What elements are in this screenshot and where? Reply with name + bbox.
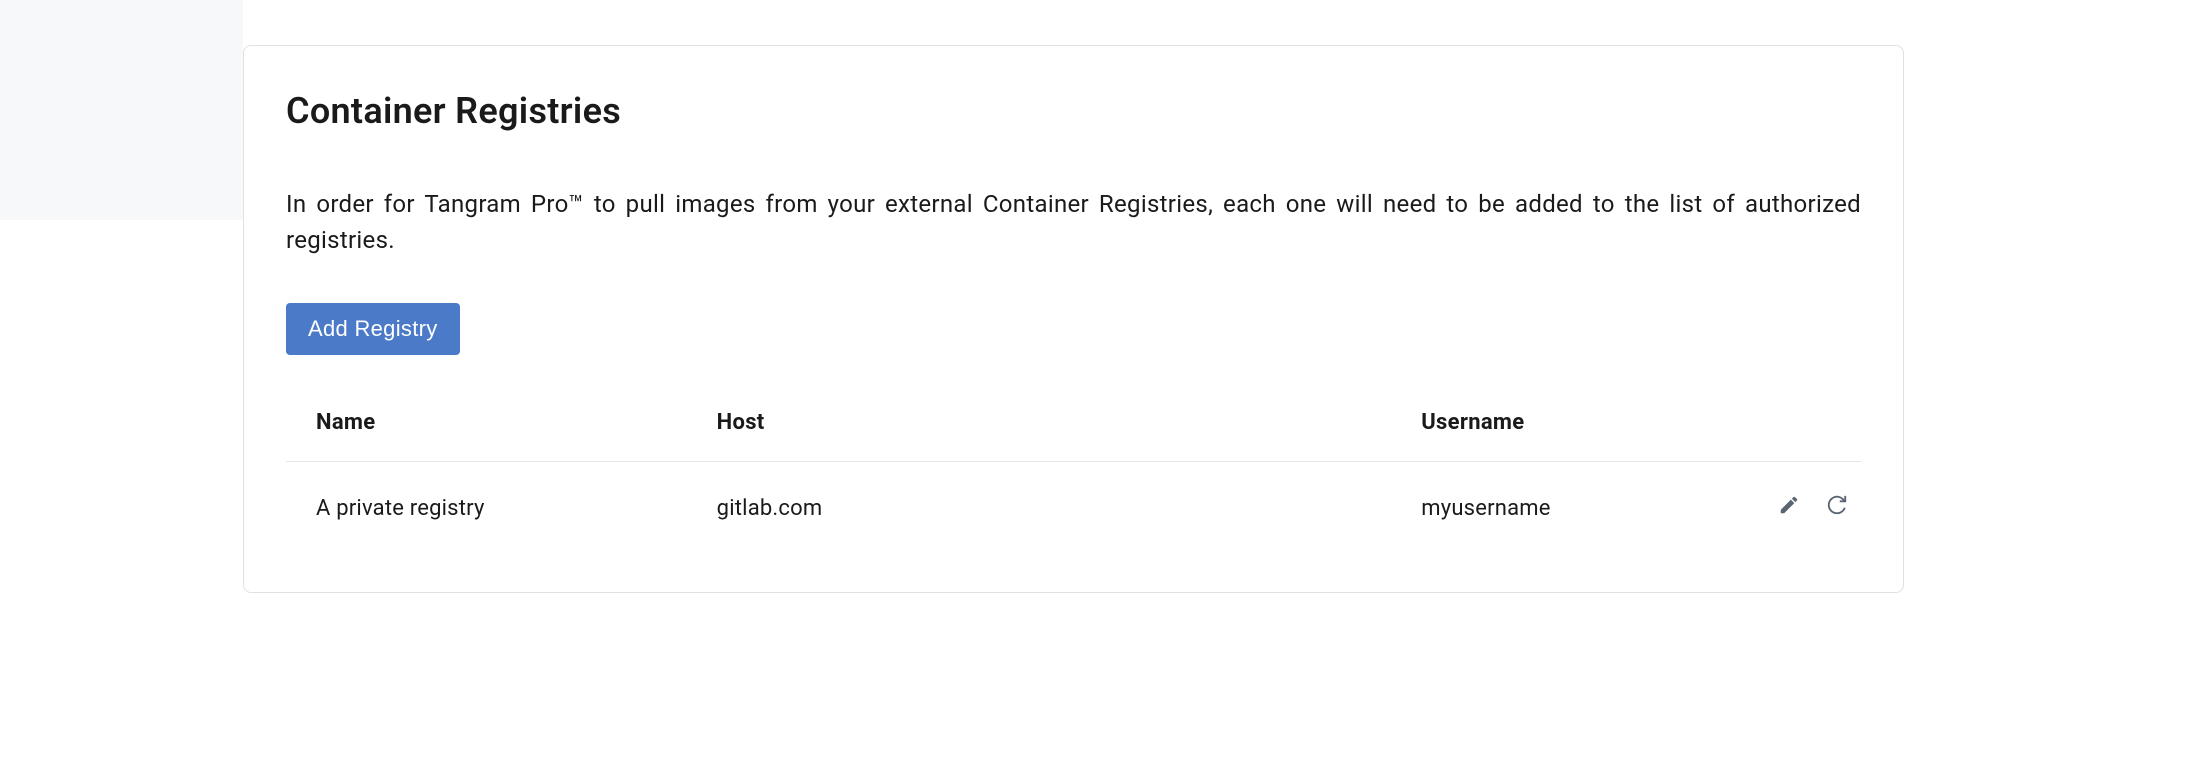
page-description: In order for Tangram Pro™ to pull images… — [286, 187, 1861, 258]
column-header-actions — [1695, 410, 1861, 462]
page-title: Container Registries — [286, 90, 1861, 132]
main-content: Container Registries In order for Tangra… — [243, 0, 2204, 782]
refresh-button[interactable] — [1823, 494, 1851, 522]
column-header-name: Name — [286, 410, 687, 462]
cell-name: A private registry — [286, 462, 687, 523]
column-header-username: Username — [1391, 410, 1695, 462]
add-registry-button[interactable]: Add Registry — [286, 303, 460, 355]
cell-actions — [1695, 462, 1861, 523]
registries-card: Container Registries In order for Tangra… — [243, 45, 1904, 593]
table-row: A private registry gitlab.com myusername — [286, 462, 1861, 523]
cell-username: myusername — [1391, 462, 1695, 523]
registries-table: Name Host Username A private registry gi… — [286, 410, 1861, 522]
column-header-host: Host — [687, 410, 1392, 462]
pencil-icon — [1778, 494, 1800, 522]
refresh-icon — [1826, 494, 1848, 522]
sidebar-panel — [0, 0, 243, 220]
edit-button[interactable] — [1775, 494, 1803, 522]
cell-host: gitlab.com — [687, 462, 1392, 523]
registries-table-wrap: Name Host Username A private registry gi… — [286, 410, 1861, 522]
